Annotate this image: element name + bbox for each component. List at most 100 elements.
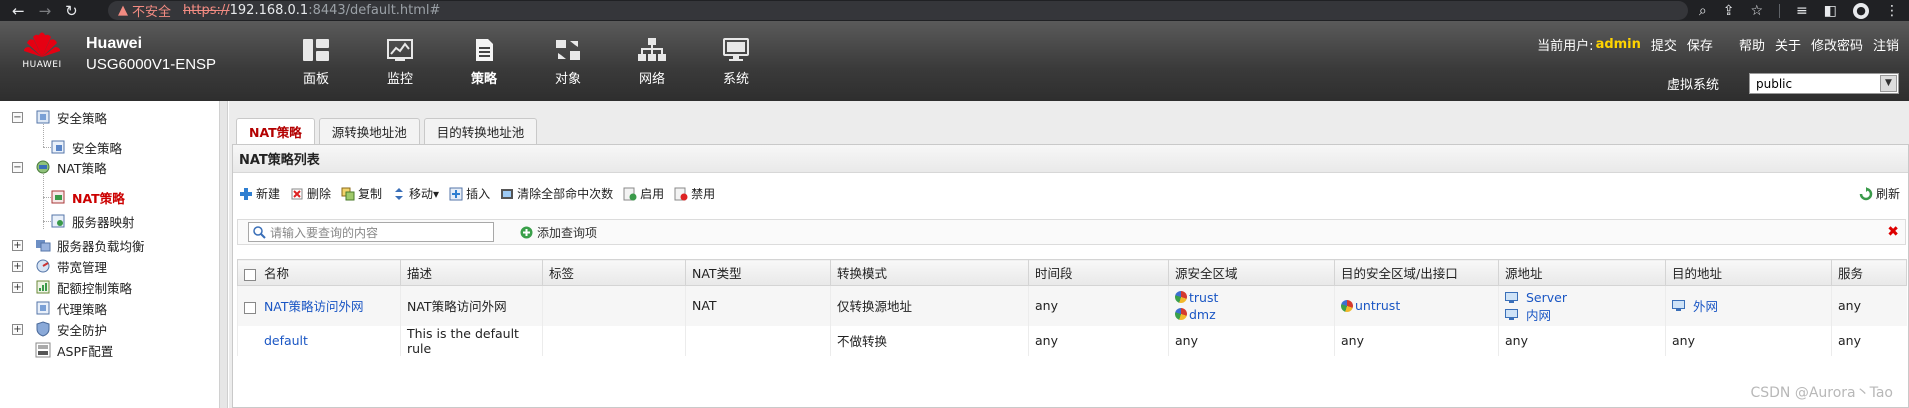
expand-icon[interactable]: +: [12, 260, 23, 272]
policy-document-icon: [476, 39, 493, 61]
refresh-button[interactable]: 刷新: [1859, 185, 1900, 202]
cell-tag: [542, 285, 686, 326]
table-row[interactable]: NAT策略访问外网 NAT策略访问外网 NAT 仅转换源地址 any trust…: [237, 285, 1907, 326]
enable-icon: [623, 187, 637, 200]
expand-icon[interactable]: +: [12, 281, 23, 293]
select-all-checkbox[interactable]: [244, 268, 256, 281]
tree-label: ASPF配置: [57, 343, 114, 359]
tree-node-server-mapping[interactable]: 服务器映射: [50, 211, 135, 231]
tree-connector: [43, 169, 44, 229]
policy-name-link[interactable]: NAT策略访问外网: [264, 299, 364, 314]
tab-destination-nat-pool[interactable]: 目的转换地址池: [423, 118, 538, 144]
tab-nat-policy[interactable]: NAT策略: [236, 118, 315, 144]
tab-source-nat-pool[interactable]: 源转换地址池: [318, 118, 420, 144]
change-password-link[interactable]: 修改密码: [1811, 35, 1863, 54]
column-nat-type[interactable]: NAT类型: [685, 259, 831, 286]
profile-avatar-icon[interactable]: ●: [1853, 2, 1869, 19]
tree-node-bandwidth[interactable]: + 带宽管理: [12, 256, 107, 276]
address-bar[interactable]: ▲ 不安全 https:// 192.168.0.1 :8443/default…: [108, 1, 1688, 20]
column-name[interactable]: 名称: [237, 259, 401, 286]
forward-icon[interactable]: →: [39, 2, 52, 20]
collapse-icon[interactable]: −: [12, 161, 23, 173]
column-time-range[interactable]: 时间段: [1028, 259, 1169, 286]
reading-list-icon[interactable]: ≡: [1796, 3, 1808, 19]
tree-node-proxy-policy[interactable]: 代理策略: [35, 298, 107, 318]
column-destination-address[interactable]: 目的地址: [1665, 259, 1832, 286]
menu-monitor[interactable]: 监控: [358, 37, 442, 87]
tree-label: 服务器负载均衡: [57, 238, 145, 254]
share-icon[interactable]: ⇪: [1723, 3, 1735, 19]
zone-link-trust[interactable]: trust: [1189, 290, 1218, 305]
bookmark-star-icon[interactable]: ☆: [1750, 3, 1763, 19]
logout-link[interactable]: 注销: [1873, 35, 1899, 54]
zone-link-dmz[interactable]: dmz: [1189, 307, 1216, 322]
more-menu-icon[interactable]: ⋮: [1885, 3, 1899, 19]
column-source-zone[interactable]: 源安全区域: [1168, 259, 1335, 286]
enable-label: 启用: [640, 187, 665, 201]
zoom-icon[interactable]: ⌕: [1699, 3, 1707, 19]
collapse-icon[interactable]: −: [12, 111, 23, 123]
device-model: USG6000V1-ENSP: [86, 56, 217, 73]
zone-link-untrust[interactable]: untrust: [1355, 298, 1400, 313]
insert-button[interactable]: 插入: [449, 185, 490, 202]
tree-node-server-load-balancing[interactable]: + 服务器负载均衡: [12, 235, 145, 255]
side-panel-icon[interactable]: ◧: [1824, 3, 1837, 19]
tree-node-security-policy-child[interactable]: 安全策略: [50, 137, 122, 157]
policy-name-link[interactable]: default: [264, 333, 308, 348]
about-link[interactable]: 关于: [1775, 35, 1801, 54]
column-tag[interactable]: 标签: [542, 259, 686, 286]
policy-folder-icon: [36, 110, 50, 124]
address-link-server[interactable]: Server: [1526, 290, 1567, 305]
address-link-intranet[interactable]: 内网: [1526, 305, 1551, 324]
shield-icon: [36, 321, 50, 337]
back-icon[interactable]: ←: [12, 2, 25, 20]
tree-node-security-protection[interactable]: + 安全防护: [12, 319, 107, 339]
tree-node-security-policy[interactable]: − 安全策略: [12, 107, 107, 127]
menu-network[interactable]: 网络: [610, 37, 694, 87]
disable-button[interactable]: 禁用: [674, 185, 715, 202]
address-link-extranet[interactable]: 外网: [1693, 296, 1718, 315]
save-link[interactable]: 保存: [1687, 35, 1713, 54]
clear-hit-count-button[interactable]: 清除全部命中次数: [500, 185, 613, 202]
column-label: 名称: [263, 266, 289, 281]
refresh-icon: [1859, 186, 1873, 200]
tree-node-aspf[interactable]: ASPF配置: [35, 340, 113, 360]
column-destination-zone[interactable]: 目的安全区域/出接口: [1334, 259, 1499, 286]
menu-label: 对象: [554, 72, 581, 87]
delete-icon: [291, 188, 303, 199]
add-query-button[interactable]: 添加查询项: [520, 224, 597, 241]
insert-icon: [449, 187, 463, 200]
tree-label: 服务器映射: [72, 214, 135, 230]
move-button[interactable]: 移动▾: [392, 185, 439, 202]
tree-node-nat-policy-child[interactable]: NAT策略: [50, 187, 125, 207]
expand-icon[interactable]: +: [12, 323, 23, 335]
refresh-label: 刷新: [1875, 187, 1900, 201]
column-description[interactable]: 描述: [400, 259, 543, 286]
menu-policy[interactable]: 策略: [442, 37, 526, 87]
tree-node-nat-policy[interactable]: − NAT策略: [12, 157, 107, 177]
row-checkbox[interactable]: [244, 301, 256, 314]
vsys-select[interactable]: public ▼: [1749, 73, 1899, 94]
column-translation-mode[interactable]: 转换模式: [830, 259, 1029, 286]
chevron-down-icon[interactable]: ▼: [1880, 75, 1897, 92]
enable-button[interactable]: 启用: [623, 185, 664, 202]
copy-button[interactable]: 复制: [341, 185, 382, 202]
menu-object[interactable]: 对象: [526, 37, 610, 87]
sidebar-splitter[interactable]: [220, 101, 228, 408]
expand-icon[interactable]: +: [12, 239, 23, 251]
help-link[interactable]: 帮助: [1739, 35, 1765, 54]
column-source-address[interactable]: 源地址: [1498, 259, 1666, 286]
search-input[interactable]: 请输入要查询的内容: [248, 222, 494, 242]
cell-time-range: any: [1028, 325, 1169, 356]
menu-system[interactable]: 系统: [694, 37, 778, 87]
tree-node-quota-control[interactable]: + 配额控制策略: [12, 277, 132, 297]
reload-icon[interactable]: ↻: [65, 2, 78, 20]
clear-search-icon[interactable]: ✖: [1887, 224, 1899, 240]
bandwidth-icon: [36, 259, 50, 273]
menu-dashboard[interactable]: 面板: [274, 37, 358, 87]
column-service[interactable]: 服务: [1831, 259, 1907, 286]
new-button[interactable]: 新建: [239, 185, 280, 202]
table-row[interactable]: default This is the default rule 不做转换 an…: [237, 325, 1907, 356]
delete-button[interactable]: 删除: [290, 185, 331, 202]
submit-link[interactable]: 提交: [1651, 35, 1677, 54]
